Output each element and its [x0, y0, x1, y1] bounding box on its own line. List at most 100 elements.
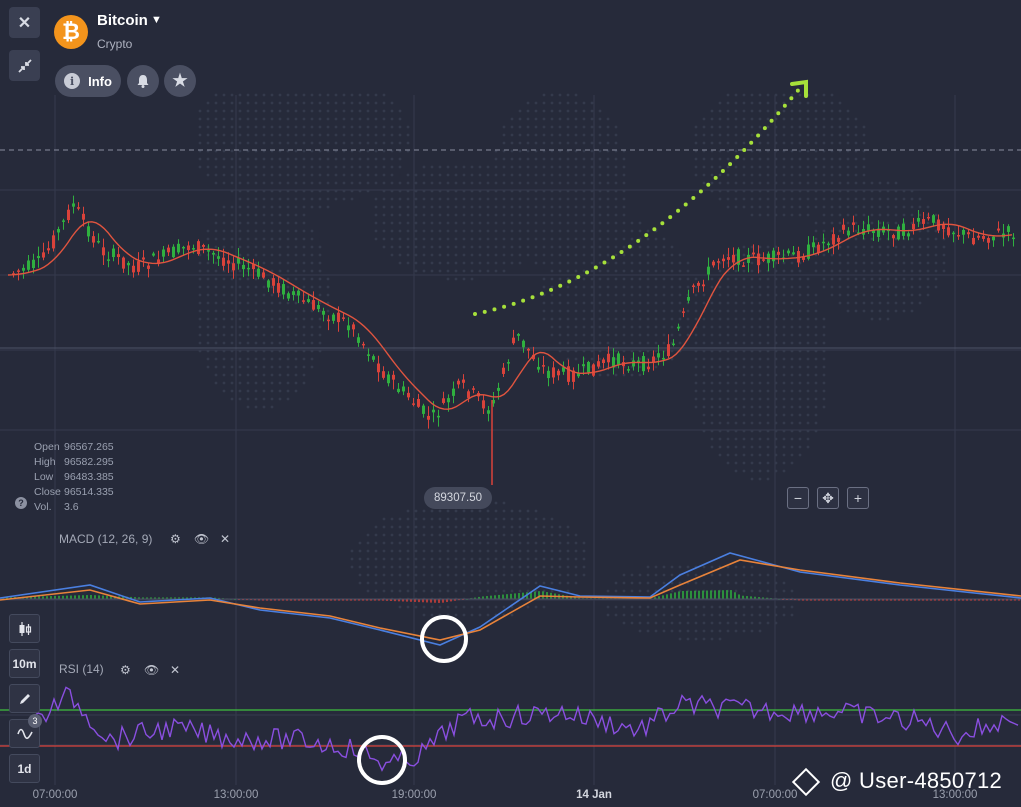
- candle: [397, 388, 400, 393]
- candle: [147, 265, 150, 269]
- candle: [987, 238, 990, 243]
- info-button[interactable]: i Info: [55, 65, 121, 97]
- macd-close-icon[interactable]: ✕: [220, 532, 230, 546]
- candle: [712, 261, 715, 266]
- star-icon: ★: [172, 71, 188, 90]
- candle: [87, 226, 90, 237]
- macd-histogram-bar: [666, 594, 668, 599]
- rsi-gear-icon[interactable]: ⚙: [120, 663, 131, 677]
- close-chart-button[interactable]: ✕: [9, 7, 40, 38]
- candle: [387, 374, 390, 384]
- favorite-button[interactable]: ★: [164, 65, 196, 97]
- macd-histogram-bar: [510, 593, 512, 599]
- candle: [692, 285, 695, 287]
- candle: [392, 374, 395, 380]
- macd-histogram-bar: [702, 590, 704, 599]
- macd-histogram-bar: [698, 590, 700, 599]
- candle: [967, 232, 970, 235]
- candle: [377, 363, 380, 373]
- candle: [952, 232, 955, 235]
- candle: [502, 367, 505, 374]
- watermark: @ User-4850712: [791, 768, 1002, 797]
- candle: [272, 278, 275, 286]
- draw-tools-button[interactable]: [9, 684, 40, 713]
- candle: [52, 235, 55, 249]
- candle: [357, 337, 360, 343]
- candle: [142, 257, 145, 260]
- macd-histogram-bar: [94, 595, 96, 599]
- candle: [352, 324, 355, 330]
- candle: [597, 361, 600, 367]
- asset-name[interactable]: Bitcoin: [97, 12, 148, 29]
- candle: [242, 264, 245, 270]
- candle: [292, 291, 295, 295]
- candle: [17, 270, 20, 272]
- candle: [107, 259, 110, 261]
- wave-icon: [16, 728, 33, 739]
- candle: [687, 296, 690, 301]
- price-chart[interactable]: [0, 0, 1021, 807]
- chevron-down-icon[interactable]: ▼: [151, 14, 162, 26]
- candle: [167, 247, 170, 253]
- candle: [327, 319, 330, 322]
- candle: [132, 265, 135, 273]
- candle: [672, 343, 675, 346]
- candle: [822, 241, 825, 244]
- macd-histogram-bar: [662, 595, 664, 599]
- candle: [462, 379, 465, 383]
- macd-histogram-bar: [718, 590, 720, 599]
- candle: [997, 228, 1000, 231]
- candle: [197, 241, 200, 255]
- timeframe-button[interactable]: 10m: [9, 649, 40, 678]
- macd-histogram-bar: [734, 592, 736, 599]
- close-icon: ✕: [17, 14, 32, 32]
- candle: [297, 290, 300, 296]
- macd-gear-icon[interactable]: ⚙: [170, 532, 181, 546]
- asset-category: Crypto: [97, 37, 133, 51]
- zoom-out-button[interactable]: −: [787, 487, 809, 509]
- candle: [322, 310, 325, 315]
- rsi-close-icon[interactable]: ✕: [170, 663, 180, 677]
- candle: [982, 236, 985, 239]
- x-tick: 14 Jan: [576, 789, 612, 801]
- candle: [172, 246, 175, 258]
- x-tick: 13:00:00: [213, 789, 259, 801]
- candle: [627, 369, 630, 371]
- macd-histogram-bar: [514, 593, 516, 599]
- reset-zoom-button[interactable]: ✥: [817, 487, 839, 509]
- macd-histogram-bar: [506, 594, 508, 599]
- macd-histogram-bar: [90, 595, 92, 599]
- candle: [192, 248, 195, 250]
- zoom-in-button[interactable]: +: [847, 487, 869, 509]
- candle: [67, 209, 70, 221]
- macd-eye-icon[interactable]: 👁: [194, 532, 209, 546]
- bitcoin-icon[interactable]: ₿: [54, 15, 88, 49]
- candle: [277, 283, 280, 293]
- help-icon[interactable]: ?: [15, 497, 27, 509]
- candle: [817, 244, 820, 253]
- candle: [367, 354, 370, 356]
- candle: [472, 388, 475, 390]
- period-button[interactable]: 1d: [9, 754, 40, 783]
- candle: [162, 249, 165, 257]
- macd-label: MACD (12, 26, 9): [59, 532, 153, 546]
- collapse-button[interactable]: [9, 50, 40, 81]
- candle: [652, 356, 655, 363]
- candle: [522, 340, 525, 348]
- candle: [77, 207, 80, 209]
- alerts-button[interactable]: [127, 65, 159, 97]
- candle: [137, 261, 140, 272]
- chart-type-button[interactable]: [9, 614, 40, 643]
- ohlc-volume: Vol. 3.6: [34, 501, 79, 513]
- candle: [632, 360, 635, 367]
- macd-histogram-bar: [518, 593, 520, 599]
- rsi-eye-icon[interactable]: 👁: [144, 663, 159, 677]
- candle: [942, 225, 945, 230]
- candle: [332, 314, 335, 321]
- macd-histogram-bar: [66, 595, 68, 599]
- bell-icon: [137, 75, 149, 88]
- candle: [947, 227, 950, 236]
- candle: [897, 226, 900, 240]
- candle: [257, 268, 260, 277]
- candle: [202, 244, 205, 247]
